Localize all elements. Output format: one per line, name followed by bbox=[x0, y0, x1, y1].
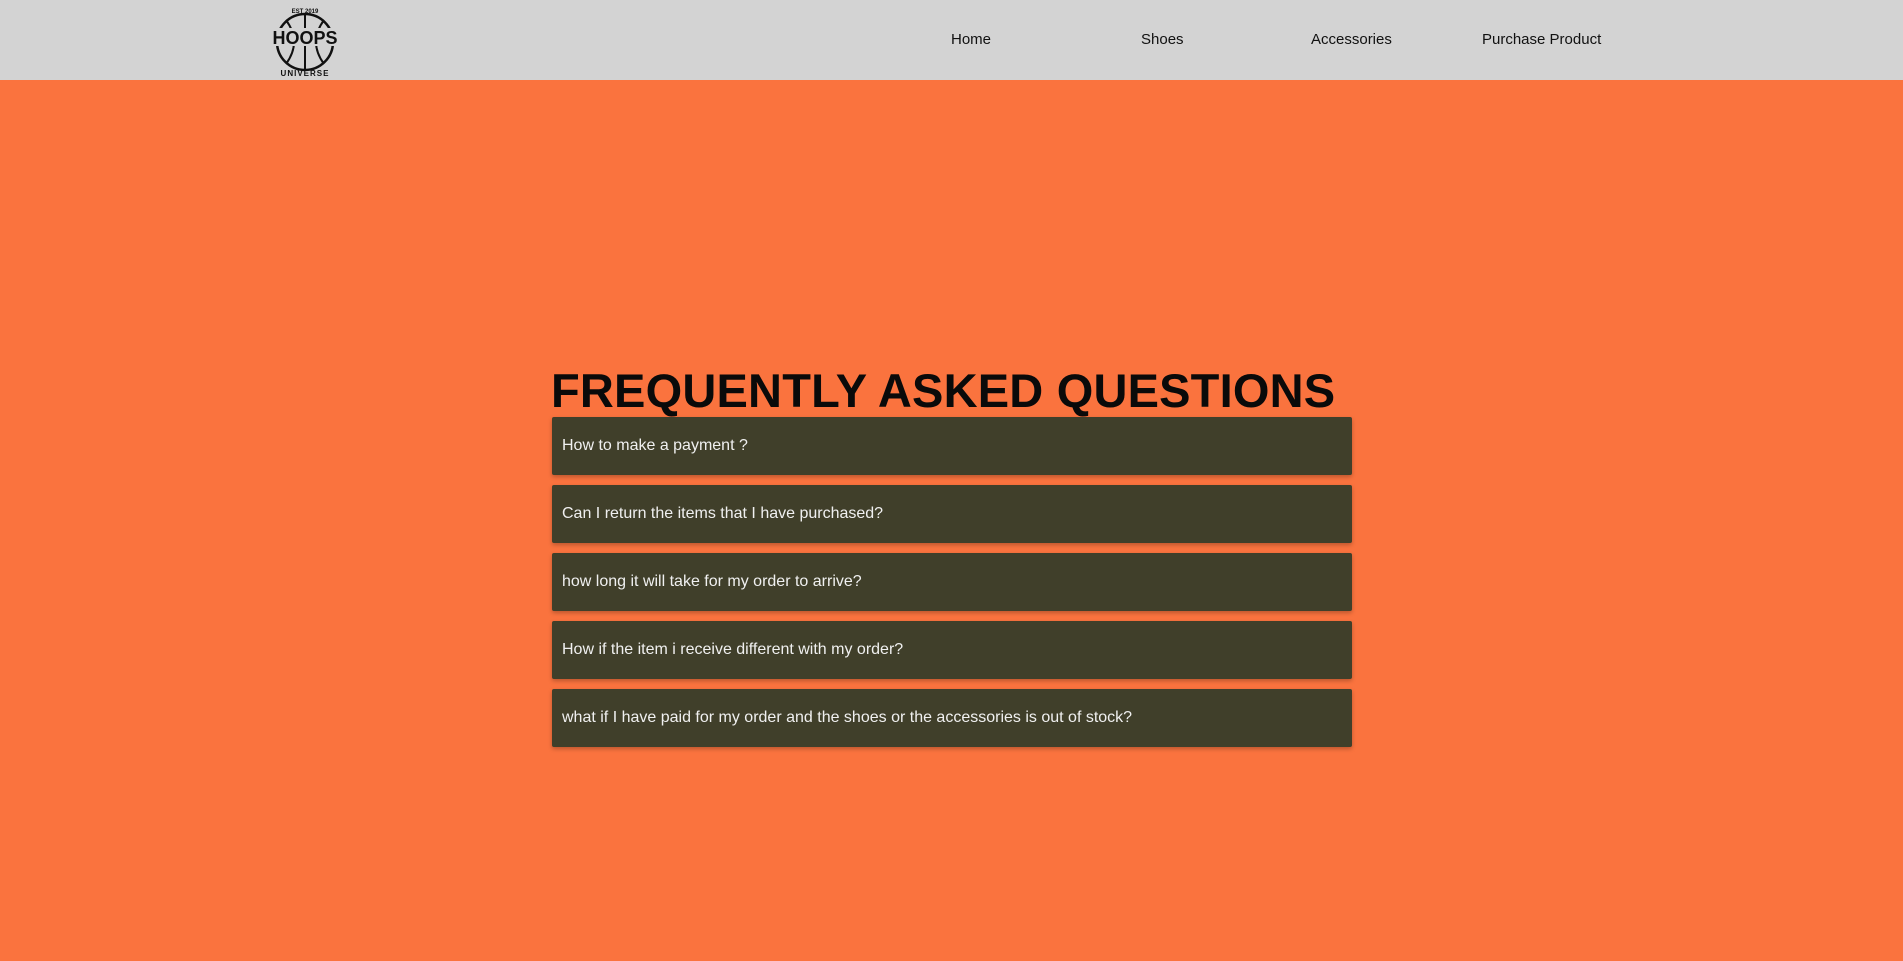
logo-subtext-bottom: UNIVERSE bbox=[281, 69, 330, 78]
faq-question: how long it will take for my order to ar… bbox=[562, 573, 862, 590]
faq-item-payment[interactable]: How to make a payment ? bbox=[552, 417, 1352, 475]
faq-item-out-of-stock[interactable]: what if I have paid for my order and the… bbox=[552, 689, 1352, 747]
faq-question: Can I return the items that I have purch… bbox=[562, 505, 884, 522]
faq-item-wrong-item[interactable]: How if the item i receive different with… bbox=[552, 621, 1352, 679]
faq-list: How to make a payment ? Can I return the… bbox=[552, 417, 1352, 757]
basketball-logo-icon: HOOPS EST 2019 UNIVERSE bbox=[272, 9, 337, 78]
navbar: HOOPS EST 2019 UNIVERSE Home Shoes Acces… bbox=[0, 0, 1903, 80]
nav-link-accessories[interactable]: Accessories bbox=[1311, 31, 1392, 48]
faq-item-returns[interactable]: Can I return the items that I have purch… bbox=[552, 485, 1352, 543]
faq-question: How if the item i receive different with… bbox=[562, 641, 904, 658]
faq-item-delivery-time[interactable]: how long it will take for my order to ar… bbox=[552, 553, 1352, 611]
nav-link-purchase-product[interactable]: Purchase Product bbox=[1482, 31, 1601, 48]
faq-question: How to make a payment ? bbox=[562, 437, 748, 454]
logo-text: HOOPS bbox=[272, 28, 337, 48]
nav-link-shoes[interactable]: Shoes bbox=[1141, 31, 1184, 48]
faq-question: what if I have paid for my order and the… bbox=[562, 709, 1133, 726]
faq-title: FREQUENTLY ASKED QUESTIONS bbox=[551, 364, 1336, 417]
logo-subtext-top: EST 2019 bbox=[292, 9, 319, 15]
hoops-universe-logo[interactable]: HOOPS EST 2019 UNIVERSE bbox=[272, 2, 338, 78]
nav-link-home[interactable]: Home bbox=[951, 31, 991, 48]
